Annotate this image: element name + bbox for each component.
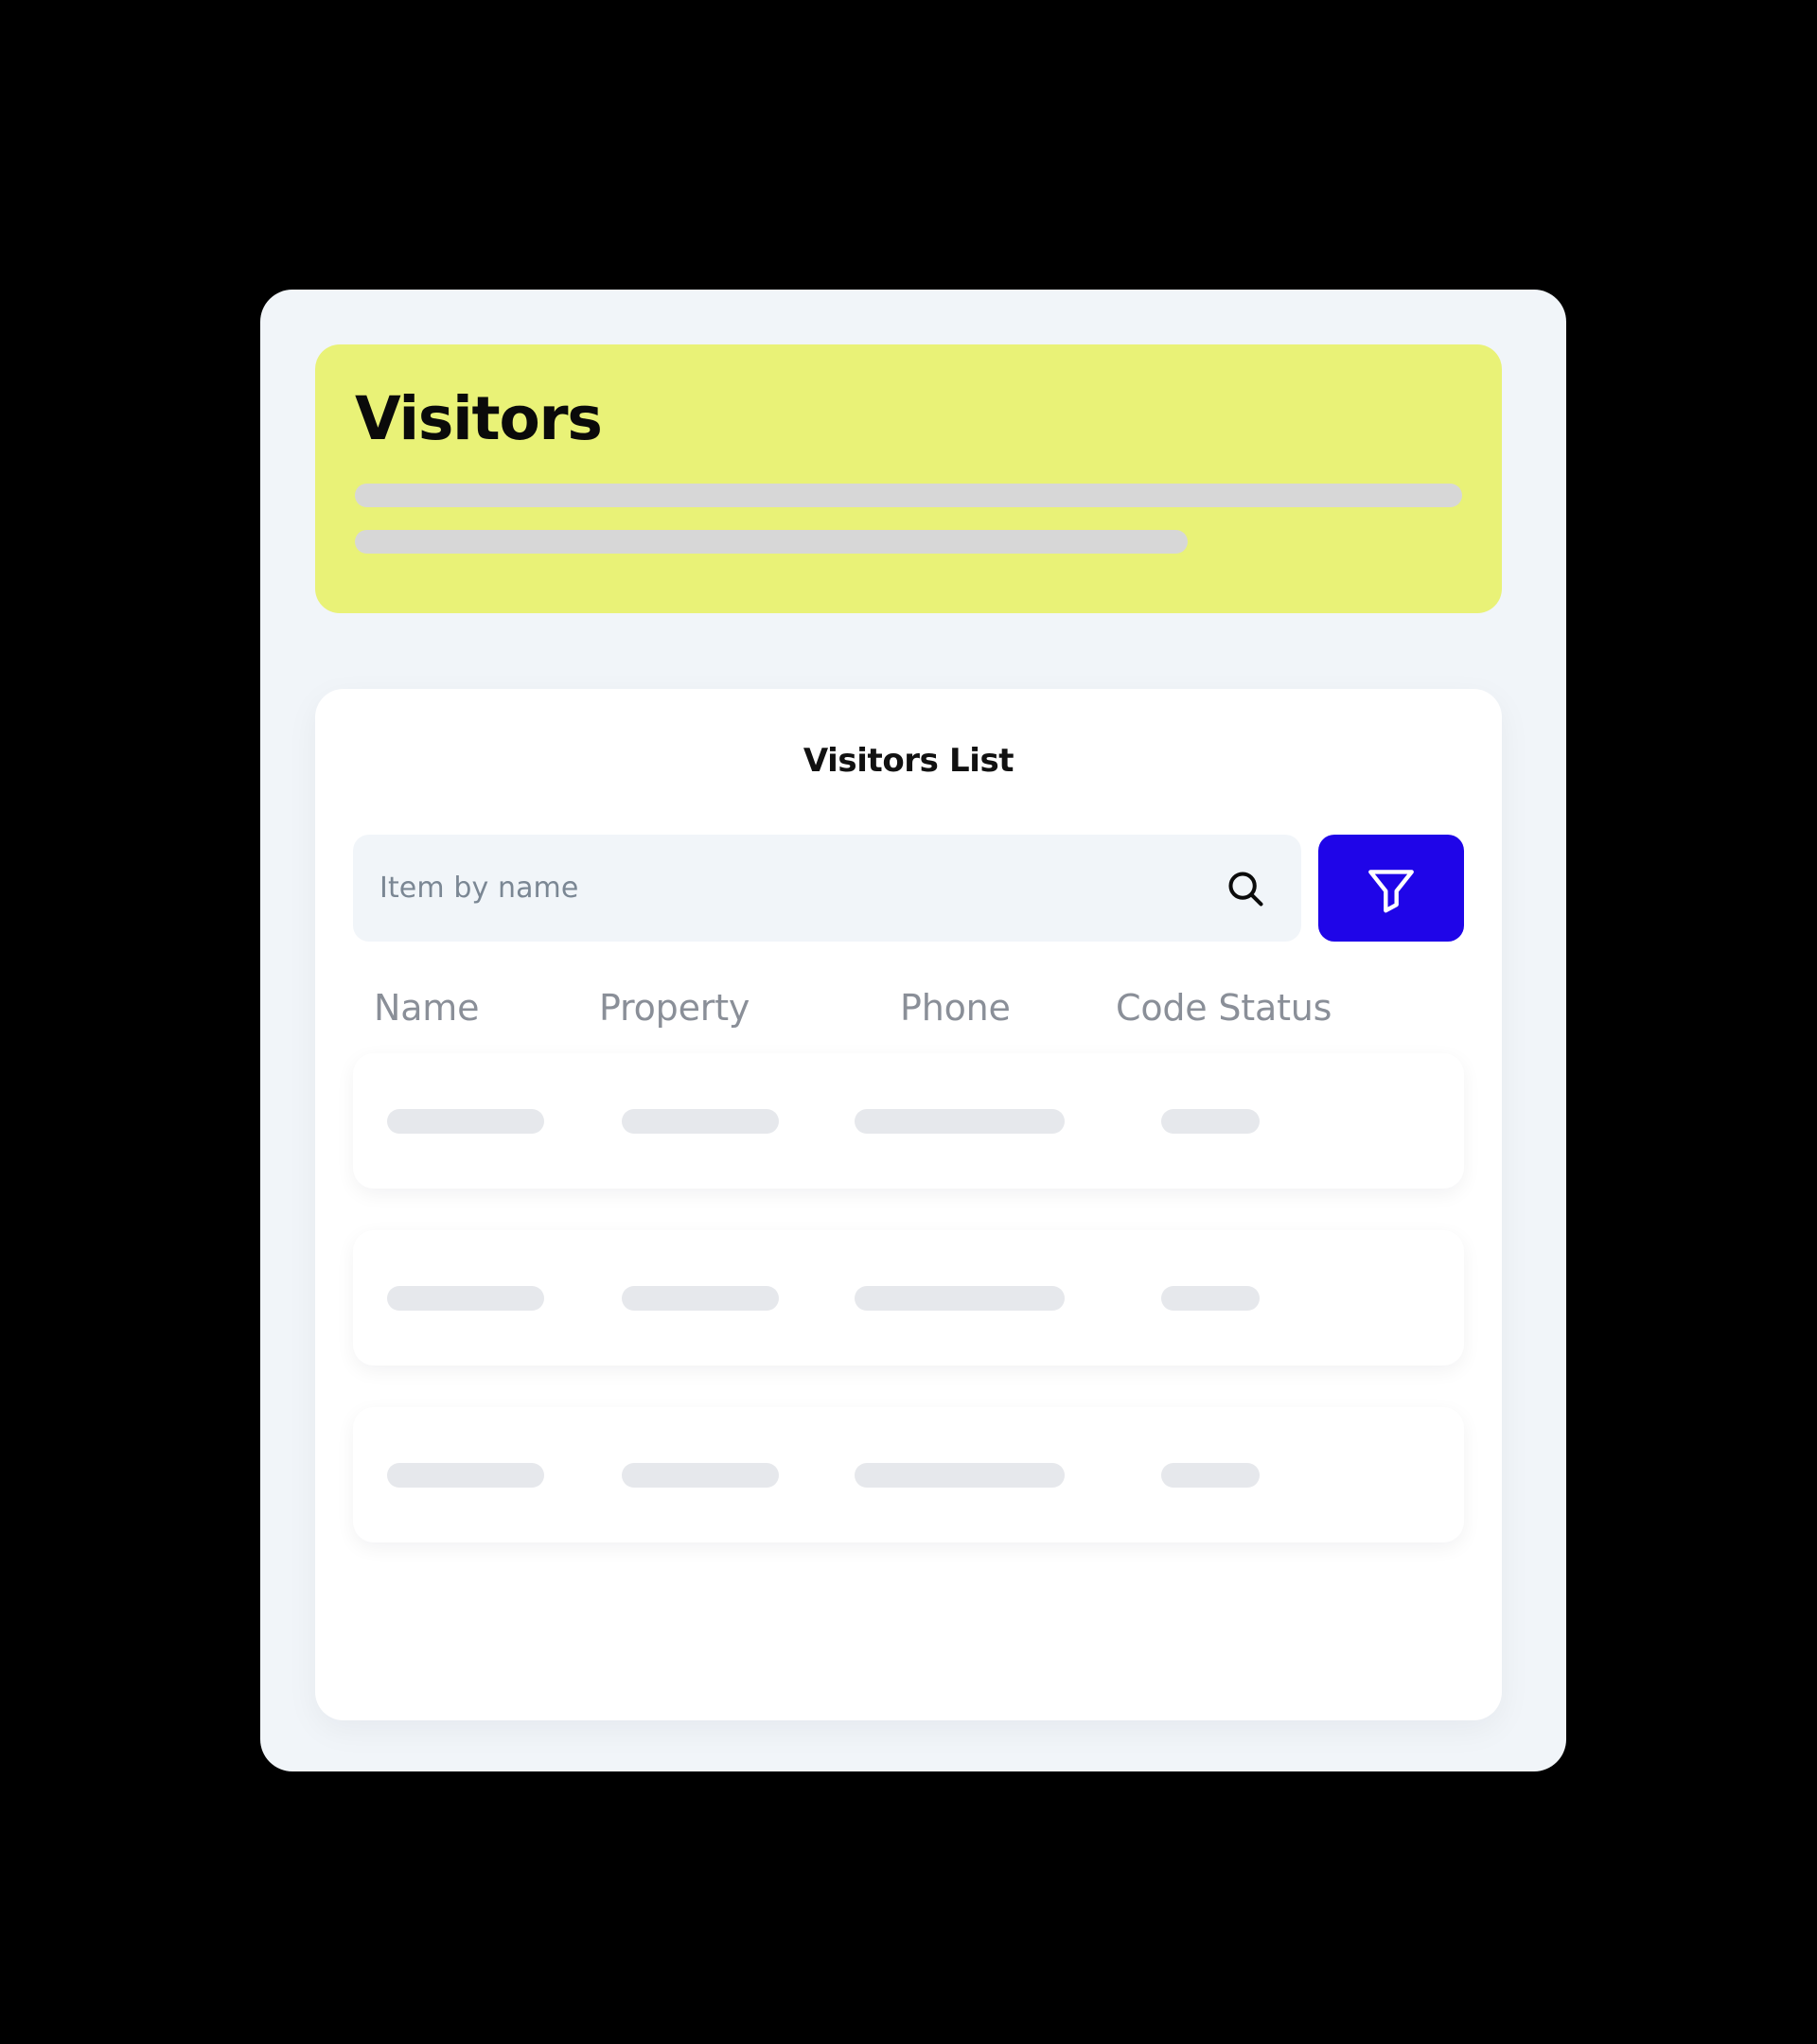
column-header-name[interactable]: Name: [374, 987, 599, 1029]
search-toolbar: Item by name: [315, 835, 1502, 942]
hero-skeleton-bar-2: [355, 530, 1188, 555]
row-cell-skeleton-phone: [855, 1285, 1065, 1311]
table-row[interactable]: [353, 1230, 1464, 1366]
column-header-phone[interactable]: Phone: [900, 987, 1116, 1029]
row-cell-skeleton-phone: [855, 1108, 1065, 1134]
row-cell-skeleton-code-status: [1161, 1108, 1260, 1134]
search-placeholder-text: Item by name: [379, 872, 579, 905]
visitors-hero-banner: Visitors: [315, 344, 1502, 613]
column-header-code-status[interactable]: Code Status: [1116, 987, 1443, 1029]
filter-button[interactable]: [1318, 835, 1464, 942]
table-body: [315, 1053, 1502, 1542]
table-column-headers: Name Property Phone Code Status: [315, 987, 1502, 1029]
row-cell-skeleton-property: [622, 1285, 779, 1311]
row-cell-skeleton-name: [387, 1108, 544, 1134]
search-icon[interactable]: [1224, 867, 1267, 910]
visitors-list-card: Visitors List Item by name Name Property…: [315, 689, 1502, 1720]
row-cell-skeleton-name: [387, 1285, 544, 1311]
filter-funnel-icon: [1368, 869, 1414, 912]
row-cell-skeleton-property: [622, 1108, 779, 1134]
search-input[interactable]: Item by name: [353, 835, 1301, 942]
table-row[interactable]: [353, 1407, 1464, 1542]
page-title: Visitors: [355, 384, 603, 453]
list-title: Visitors List: [803, 742, 1014, 780]
row-cell-skeleton-code-status: [1161, 1285, 1260, 1311]
column-header-property[interactable]: Property: [599, 987, 900, 1029]
table-row[interactable]: [353, 1053, 1464, 1189]
row-cell-skeleton-property: [622, 1462, 779, 1488]
row-cell-skeleton-code-status: [1161, 1462, 1260, 1488]
row-cell-skeleton-phone: [855, 1462, 1065, 1488]
screen-root: Visitors Visitors List Item by name Name…: [0, 0, 1817, 2044]
row-cell-skeleton-name: [387, 1462, 544, 1488]
hero-skeleton-bar-1: [355, 484, 1462, 508]
app-shell-card: Visitors Visitors List Item by name Name…: [260, 290, 1566, 1771]
hero-skeleton-group: [355, 484, 1462, 555]
